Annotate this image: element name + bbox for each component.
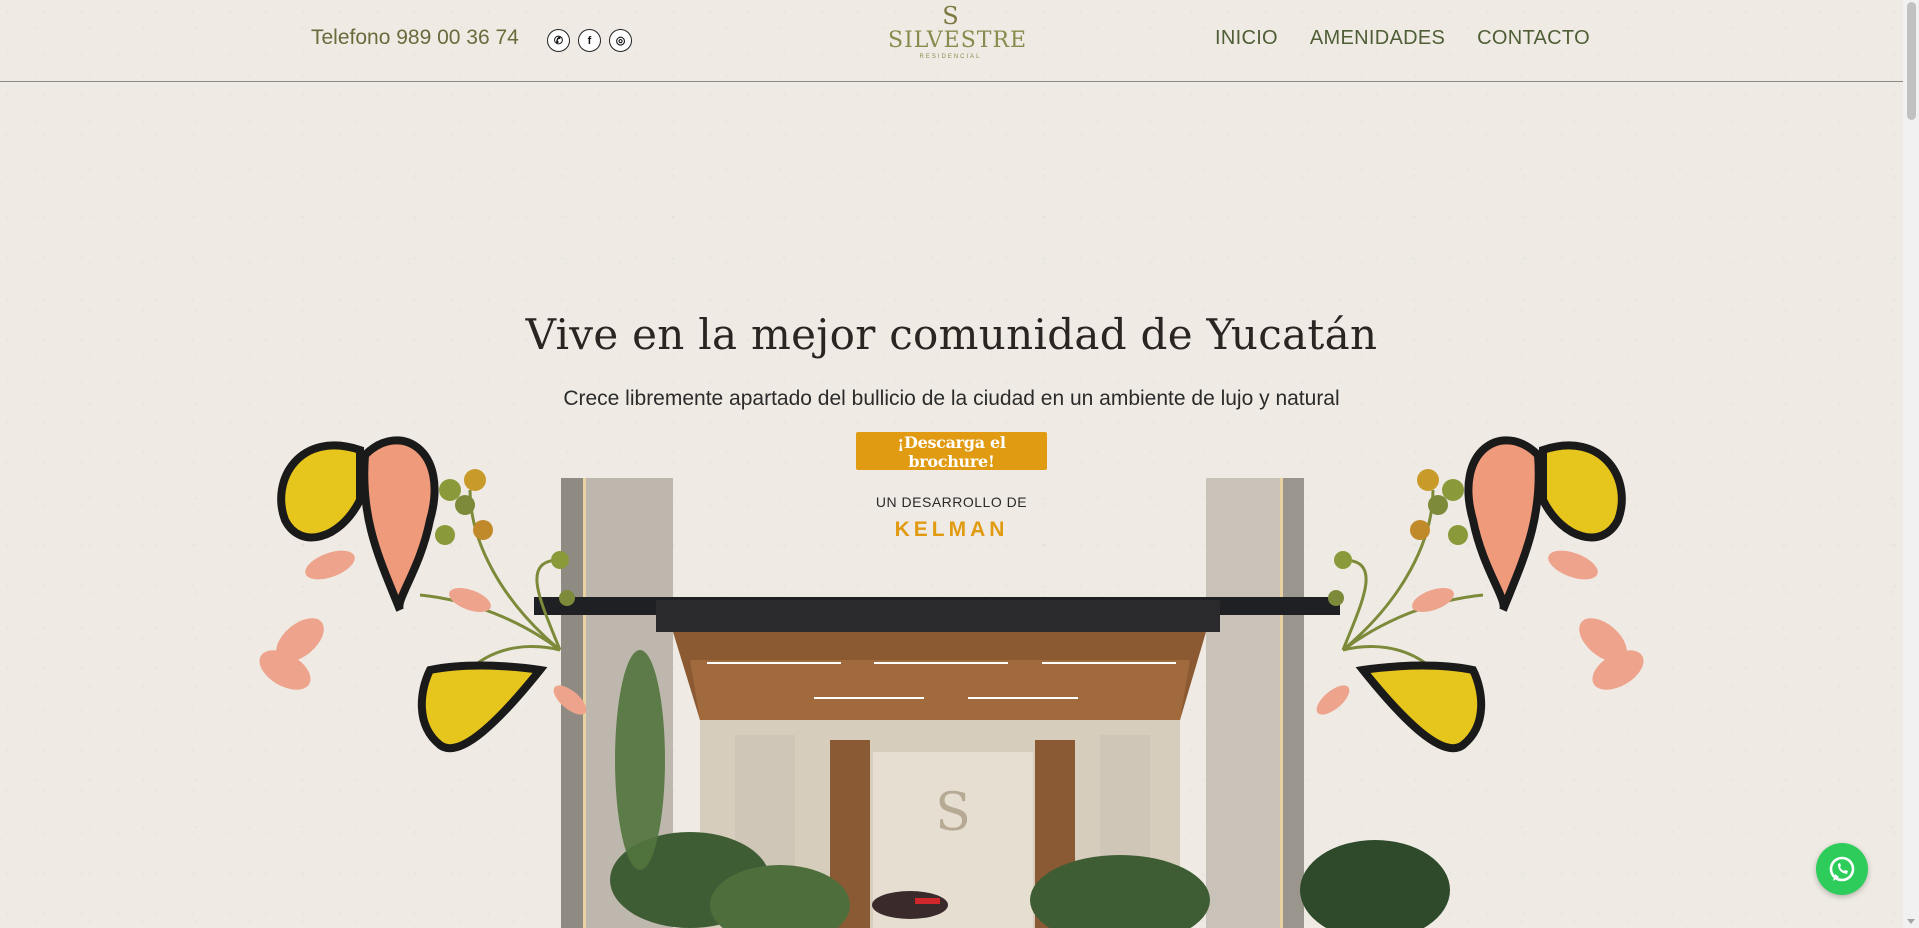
site-logo[interactable]: S SILVESTRE RESIDENCIAL — [888, 2, 1028, 60]
whatsapp-icon[interactable]: ✆ — [547, 29, 570, 52]
scroll-down-arrow-icon[interactable] — [1907, 919, 1915, 924]
download-brochure-button[interactable]: ¡Descarga el brochure! — [856, 432, 1047, 471]
scrollbar[interactable] — [1903, 0, 1919, 928]
facebook-icon[interactable]: f — [578, 29, 601, 52]
social-links: ✆ f ◎ — [547, 29, 632, 52]
building-illustration: S — [534, 478, 1450, 928]
logo-subtitle: RESIDENCIAL — [919, 54, 982, 60]
hero-subtitle: Crece libremente apartado del bullicio d… — [563, 387, 1340, 410]
butterfly-left-bottom — [417, 661, 548, 753]
nav-contacto[interactable]: CONTACTO — [1477, 27, 1590, 50]
phone-number[interactable]: Telefono 989 00 36 74 — [311, 26, 519, 50]
nav-inicio[interactable]: INICIO — [1215, 27, 1278, 50]
whatsapp-float-button[interactable] — [1816, 843, 1868, 895]
logo-mark: S — [942, 2, 959, 30]
developer-label: UN DESARROLLO DE — [875, 494, 1028, 510]
right-floral-decoration — [1316, 436, 1644, 753]
hero-title: Vive en la mejor comunidad de Yucatán — [525, 310, 1378, 359]
developer-logo[interactable]: KELMAN — [0, 518, 1903, 542]
whatsapp-icon — [1829, 856, 1855, 882]
svg-text:S: S — [935, 783, 971, 843]
left-floral-decoration — [259, 436, 587, 753]
site-header: Telefono 989 00 36 74 ✆ f ◎ S SILVESTRE … — [0, 0, 1903, 82]
instagram-icon[interactable]: ◎ — [609, 29, 632, 52]
main-nav: INICIO AMENIDADES CONTACTO — [1215, 27, 1590, 50]
logo-name: SILVESTRE — [888, 28, 1028, 53]
nav-amenidades[interactable]: AMENIDADES — [1310, 27, 1445, 50]
scrollbar-thumb[interactable] — [1907, 2, 1916, 120]
butterfly-right-bottom — [1355, 661, 1486, 753]
